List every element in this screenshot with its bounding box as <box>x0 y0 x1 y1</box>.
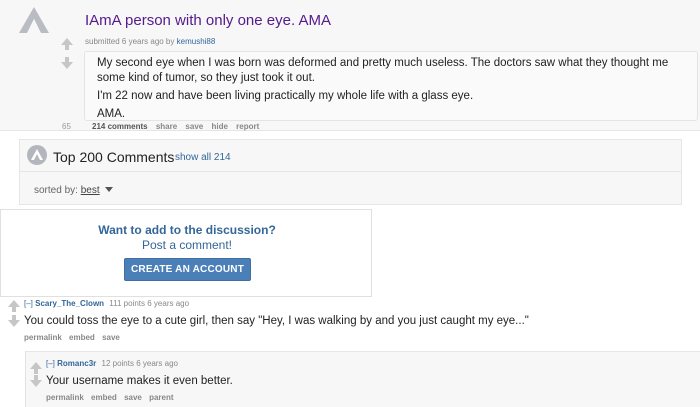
post-action-links: 214 comments share save hide report <box>92 122 265 131</box>
sorted-label: sorted by: <box>34 185 78 196</box>
reply-meta: 12 points 6 years ago <box>101 359 179 368</box>
post-container: IAmA person with only one eye. AMA submi… <box>0 0 700 131</box>
comments-header-title: Top 200 Comments <box>53 149 175 165</box>
share-link[interactable]: share <box>156 122 177 131</box>
reply-upvote-icon[interactable] <box>30 362 42 374</box>
comment-downvote-icon[interactable] <box>8 315 20 327</box>
post-selftext: My second eye when I was born was deform… <box>84 51 698 121</box>
comment-action-links: permalink embed save <box>24 333 125 342</box>
post-comment-link[interactable]: Post a comment! <box>1 238 373 252</box>
selftext-line-1: My second eye when I was born was deform… <box>97 57 669 69</box>
reply-permalink-link[interactable]: permalink <box>46 393 84 402</box>
hide-link[interactable]: hide <box>211 122 227 131</box>
submitted-text: submitted 6 years ago by <box>85 37 175 46</box>
comments-link[interactable]: 214 comments <box>92 122 148 131</box>
comment-meta: 111 points 6 years ago <box>109 299 190 308</box>
post-downvote-icon[interactable] <box>61 57 73 69</box>
discussion-prompt-text: Want to add to the discussion? <box>98 223 276 237</box>
sorted-value[interactable]: best <box>81 185 100 196</box>
post-title-link[interactable]: IAmA person with only one eye. AMA <box>85 12 331 29</box>
post-author-link[interactable]: kemushi88 <box>177 37 216 46</box>
create-account-button[interactable]: CREATE AN ACCOUNT <box>124 258 251 281</box>
reply-action-links: permalink embed save parent <box>46 393 179 402</box>
reply-body: Your username makes it even better. <box>46 375 233 387</box>
selftext-line-2: some kind of tumor, so they just took it… <box>97 72 315 84</box>
collapse-reply-button[interactable]: [–] <box>46 359 55 368</box>
save-link[interactable]: save <box>185 122 203 131</box>
sort-selector[interactable]: sorted by: best <box>34 185 114 196</box>
reply-author-link[interactable]: Romanc3r <box>57 359 96 368</box>
post-upvote-icon[interactable] <box>61 38 73 50</box>
embed-link[interactable]: embed <box>69 333 95 342</box>
post-tagline: submitted 6 years ago by kemushi88 <box>85 37 215 46</box>
comment-body: You could toss the eye to a cute girl, t… <box>24 315 529 327</box>
comment-tagline: [–] Scary_The_Clown 111 points 6 years a… <box>24 299 189 308</box>
comment-save-link[interactable]: save <box>102 333 120 342</box>
comment-upvote-icon[interactable] <box>8 300 20 312</box>
reply-downvote-icon[interactable] <box>30 375 42 387</box>
reply-parent-link[interactable]: parent <box>149 393 173 402</box>
comment-author-link[interactable]: Scary_The_Clown <box>35 299 104 308</box>
selftext-line-3: I'm 22 now and have been living practica… <box>97 90 474 102</box>
show-all-comments-link[interactable]: show all 214 <box>175 152 231 163</box>
reply-embed-link[interactable]: embed <box>91 393 117 402</box>
reddit-logo-small-icon <box>27 145 47 165</box>
comments-header-box: Top 200 Comments show all 214 sorted by:… <box>19 139 682 205</box>
post-score: 65 <box>62 122 71 131</box>
discussion-prompt-box: Want to add to the discussion? Post a co… <box>0 209 372 297</box>
caret-down-icon[interactable] <box>105 187 114 192</box>
reply-tagline: [–] Romanc3r 12 points 6 years ago <box>46 359 178 368</box>
selftext-line-4: AMA. <box>97 108 126 120</box>
report-link[interactable]: report <box>236 122 259 131</box>
collapse-comment-button[interactable]: [–] <box>24 299 33 308</box>
reply-save-link[interactable]: save <box>124 393 142 402</box>
header-divider <box>20 171 681 172</box>
permalink-link[interactable]: permalink <box>24 333 62 342</box>
reddit-logo-icon[interactable] <box>17 5 51 35</box>
